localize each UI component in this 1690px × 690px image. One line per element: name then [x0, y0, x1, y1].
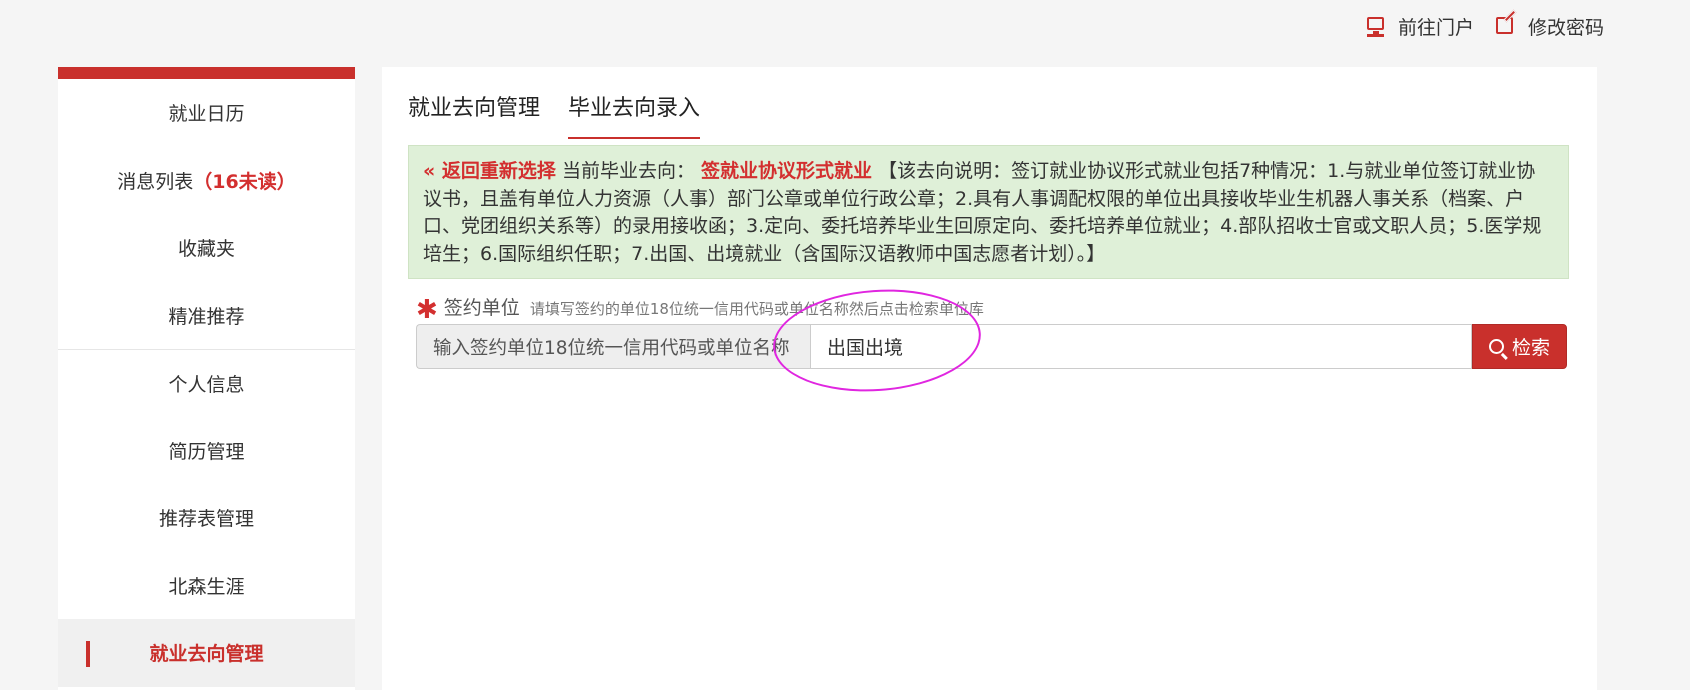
unread-badge: （16未读）: [193, 170, 296, 193]
current-destination-type: 签就业协议形式就业: [701, 160, 873, 182]
sidebar-item-label: 收藏夹: [177, 238, 235, 261]
change-password-link[interactable]: 修改密码: [1496, 9, 1605, 40]
tab-employment-management[interactable]: 就业去向管理: [408, 93, 540, 139]
back-reselect-link[interactable]: « 返回重新选择: [423, 160, 556, 182]
sidebar-item-recommend[interactable]: 精准推荐: [58, 282, 355, 350]
signing-unit-search-row: 输入签约单位18位统一信用代码或单位名称 检索: [416, 324, 1567, 369]
sidebar-item-messages[interactable]: 消息列表 （16未读）: [58, 147, 355, 215]
destination-notice: « 返回重新选择 当前毕业去向： 签就业协议形式就业 【该去向说明：签订就业协议…: [408, 145, 1569, 279]
sidebar-item-label: 个人信息: [168, 373, 245, 396]
sidebar-item-label: 北森生涯: [168, 575, 245, 598]
search-button[interactable]: 检索: [1472, 324, 1567, 369]
sidebar-item-label: 精准推荐: [168, 305, 245, 328]
sidebar-item-career[interactable]: 北森生涯: [58, 552, 355, 620]
tab-bar: 就业去向管理 毕业去向录入: [408, 93, 728, 139]
signing-unit-addon: 输入签约单位18位统一信用代码或单位名称: [416, 324, 810, 369]
tab-destination-entry[interactable]: 毕业去向录入: [568, 93, 701, 139]
search-icon: [1488, 339, 1504, 354]
sidebar-item-recommend-form[interactable]: 推荐表管理: [58, 484, 355, 552]
top-bar: 前往门户 修改密码: [0, 0, 1690, 52]
sidebar-item-employment[interactable]: 就业去向管理: [58, 619, 355, 687]
search-button-label: 检索: [1511, 337, 1550, 359]
required-asterisk-icon: ✱: [416, 295, 438, 325]
edit-icon: [1496, 9, 1517, 36]
signing-unit-input[interactable]: [810, 324, 1472, 369]
portal-link[interactable]: 前往门户: [1366, 12, 1474, 40]
monitor-icon: [1366, 16, 1386, 37]
sidebar-item-label: 就业去向管理: [149, 643, 264, 666]
signing-unit-hint: 请填写签约的单位18位统一信用代码或单位名称然后点击检索单位库: [529, 300, 984, 318]
current-destination-prefix: 当前毕业去向：: [561, 160, 695, 182]
sidebar-item-label: 简历管理: [168, 440, 245, 463]
sidebar-item-resume[interactable]: 简历管理: [58, 417, 355, 485]
portal-label: 前往门户: [1398, 16, 1475, 39]
main-panel: 就业去向管理 毕业去向录入 « 返回重新选择 当前毕业去向： 签就业协议形式就业…: [382, 67, 1597, 690]
signing-unit-label: 签约单位: [443, 297, 520, 319]
sidebar-item-profile[interactable]: 个人信息: [58, 349, 355, 417]
sidebar-item-calendar[interactable]: 就业日历: [58, 79, 355, 147]
signing-unit-label-row: ✱ 签约单位 请填写签约的单位18位统一信用代码或单位名称然后点击检索单位库: [416, 293, 984, 325]
change-password-label: 修改密码: [1528, 16, 1605, 39]
sidebar: 就业日历 消息列表 （16未读） 收藏夹 精准推荐 个人信息 简历管理 推荐表管理…: [58, 67, 355, 690]
sidebar-item-label: 推荐表管理: [158, 508, 254, 531]
sidebar-item-label: 就业日历: [168, 103, 245, 126]
sidebar-item-favorites[interactable]: 收藏夹: [58, 214, 355, 282]
sidebar-item-label: 消息列表: [117, 170, 194, 193]
